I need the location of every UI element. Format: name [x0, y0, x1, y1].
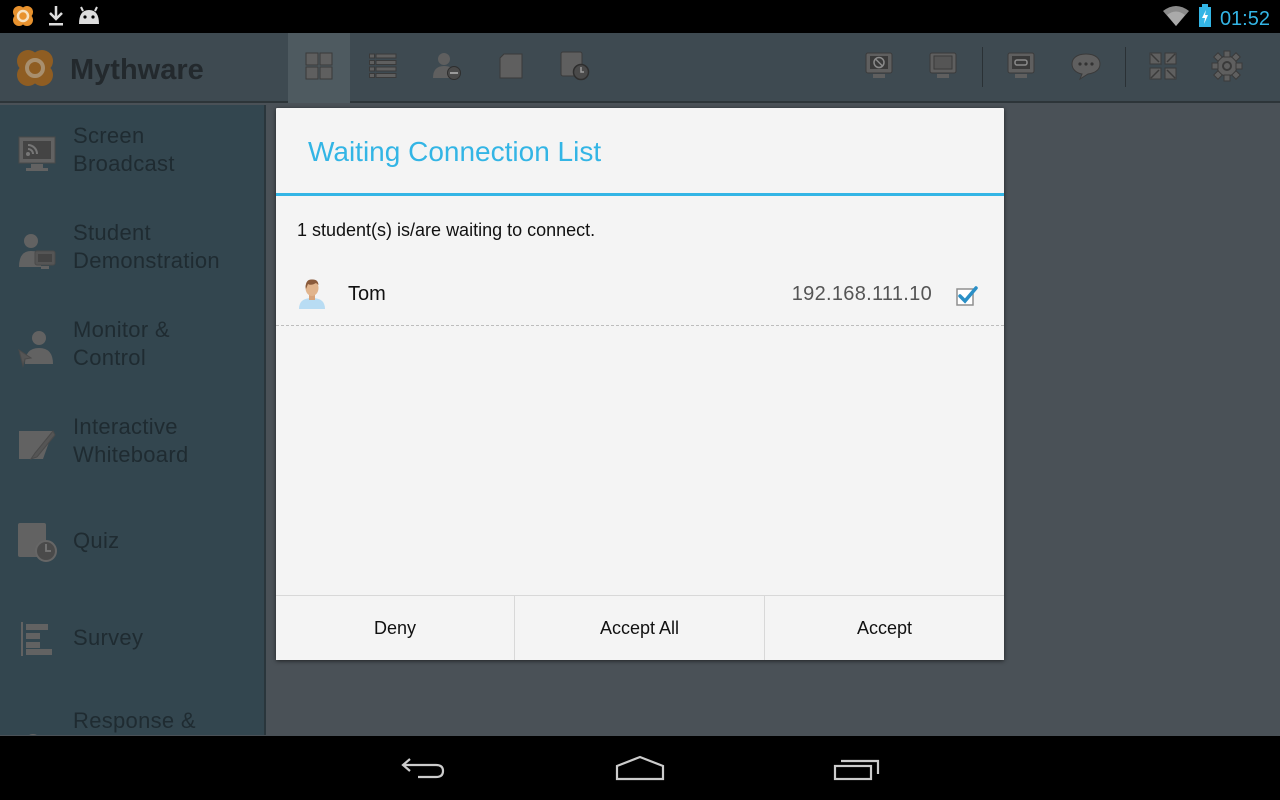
- home-icon: [615, 755, 665, 786]
- sidebar-item-response[interactable]: Response &: [0, 687, 264, 735]
- whiteboard-icon: [16, 424, 58, 466]
- download-icon: [46, 4, 66, 33]
- remote-link-button[interactable]: [990, 33, 1052, 103]
- sidebar-label: Monitor &: [73, 317, 170, 342]
- monitor-blocked-icon: [864, 51, 894, 86]
- collapse-arrows-icon: [1149, 52, 1177, 85]
- dialog-title: Waiting Connection List: [308, 136, 602, 167]
- monitor-icon: [928, 51, 958, 86]
- student-demo-icon: [16, 230, 58, 272]
- app-logo: Mythware: [14, 47, 204, 94]
- action-bar: Mythware: [0, 33, 1280, 103]
- sidebar-item-student-demonstration[interactable]: Student Demonstration: [0, 202, 264, 299]
- monitor-link-icon: [1006, 51, 1036, 86]
- sidebar-label: Control: [73, 345, 147, 370]
- document-icon: [499, 53, 523, 84]
- navigation-bar: [0, 736, 1280, 800]
- clock: 01:52: [1219, 7, 1270, 30]
- black-screen-button[interactable]: [848, 33, 910, 103]
- recent-apps-icon: [833, 755, 881, 786]
- settings-button[interactable]: [1196, 33, 1258, 103]
- back-icon: [400, 755, 446, 786]
- back-button[interactable]: [388, 750, 458, 790]
- survey-icon: [16, 618, 58, 660]
- document-clock-icon: [560, 51, 590, 86]
- quiz-timer-button[interactable]: [544, 33, 606, 103]
- sidebar: Screen Broadcast Student Demonstration M…: [0, 105, 266, 735]
- deny-button[interactable]: Deny: [276, 596, 514, 660]
- gear-icon: [1211, 50, 1243, 87]
- document-button[interactable]: [480, 33, 542, 103]
- sidebar-item-survey[interactable]: Survey: [0, 590, 264, 687]
- android-icon: [76, 4, 102, 33]
- sidebar-label: Screen: [73, 123, 145, 148]
- home-button[interactable]: [605, 750, 675, 790]
- sidebar-label: Whiteboard: [73, 442, 189, 467]
- battery-charging-icon: [1198, 4, 1212, 33]
- sidebar-label: Quiz: [73, 528, 120, 553]
- sidebar-item-screen-broadcast[interactable]: Screen Broadcast: [0, 105, 264, 202]
- app-name: Mythware: [70, 54, 204, 86]
- collapse-button[interactable]: [1132, 33, 1194, 103]
- unblack-screen-button[interactable]: [912, 33, 974, 103]
- status-bar: 01:52: [0, 0, 1280, 33]
- student-avatar-icon: [298, 278, 326, 315]
- mythware-notification-icon: [10, 4, 36, 33]
- system-status: 01:52: [1162, 4, 1270, 33]
- accept-button[interactable]: Accept: [764, 596, 1004, 660]
- toolbar-divider: [982, 47, 983, 87]
- message-button[interactable]: [1055, 33, 1117, 103]
- remove-student-button[interactable]: [416, 33, 478, 103]
- sidebar-label: Response &: [73, 708, 196, 733]
- list-icon: [369, 53, 397, 84]
- recent-apps-button[interactable]: [822, 750, 892, 790]
- student-row[interactable]: Tom 192.168.111.10: [276, 266, 1004, 326]
- sidebar-label: Student: [73, 220, 151, 245]
- sidebar-label: Demonstration: [73, 248, 220, 273]
- wifi-icon: [1162, 5, 1190, 32]
- sidebar-label: Survey: [73, 625, 144, 650]
- waiting-message: 1 student(s) is/are waiting to connect.: [297, 220, 596, 240]
- waiting-connection-dialog: Waiting Connection List 1 student(s) is/…: [276, 108, 1004, 660]
- sidebar-item-monitor-control[interactable]: Monitor & Control: [0, 299, 264, 396]
- response-icon: [16, 725, 58, 735]
- screen: 01:52 Mythware Screen Broadcast Student …: [0, 0, 1280, 800]
- student-checkbox[interactable]: [956, 286, 978, 311]
- chat-bubble-icon: [1070, 51, 1102, 86]
- sidebar-item-interactive-whiteboard[interactable]: Interactive Whiteboard: [0, 396, 264, 493]
- sidebar-label: Broadcast: [73, 151, 175, 176]
- screen-broadcast-icon: [16, 133, 58, 175]
- student-ip: 192.168.111.10: [791, 283, 932, 305]
- student-name: Tom: [348, 283, 386, 305]
- user-minus-icon: [432, 51, 462, 86]
- toolbar-divider: [1125, 47, 1126, 87]
- sidebar-label: Interactive: [73, 414, 178, 439]
- quiz-icon: [16, 521, 58, 563]
- accept-all-button[interactable]: Accept All: [514, 596, 764, 660]
- grid-view-button[interactable]: [288, 33, 350, 103]
- grid-icon: [305, 52, 333, 85]
- mythware-logo-icon: [14, 47, 56, 94]
- title-divider: [276, 193, 1004, 196]
- notification-icons: [10, 4, 102, 33]
- dialog-button-bar: Deny Accept All Accept: [276, 595, 1004, 660]
- list-view-button[interactable]: [352, 33, 414, 103]
- monitor-control-icon: [16, 327, 58, 369]
- sidebar-item-quiz[interactable]: Quiz: [0, 493, 264, 590]
